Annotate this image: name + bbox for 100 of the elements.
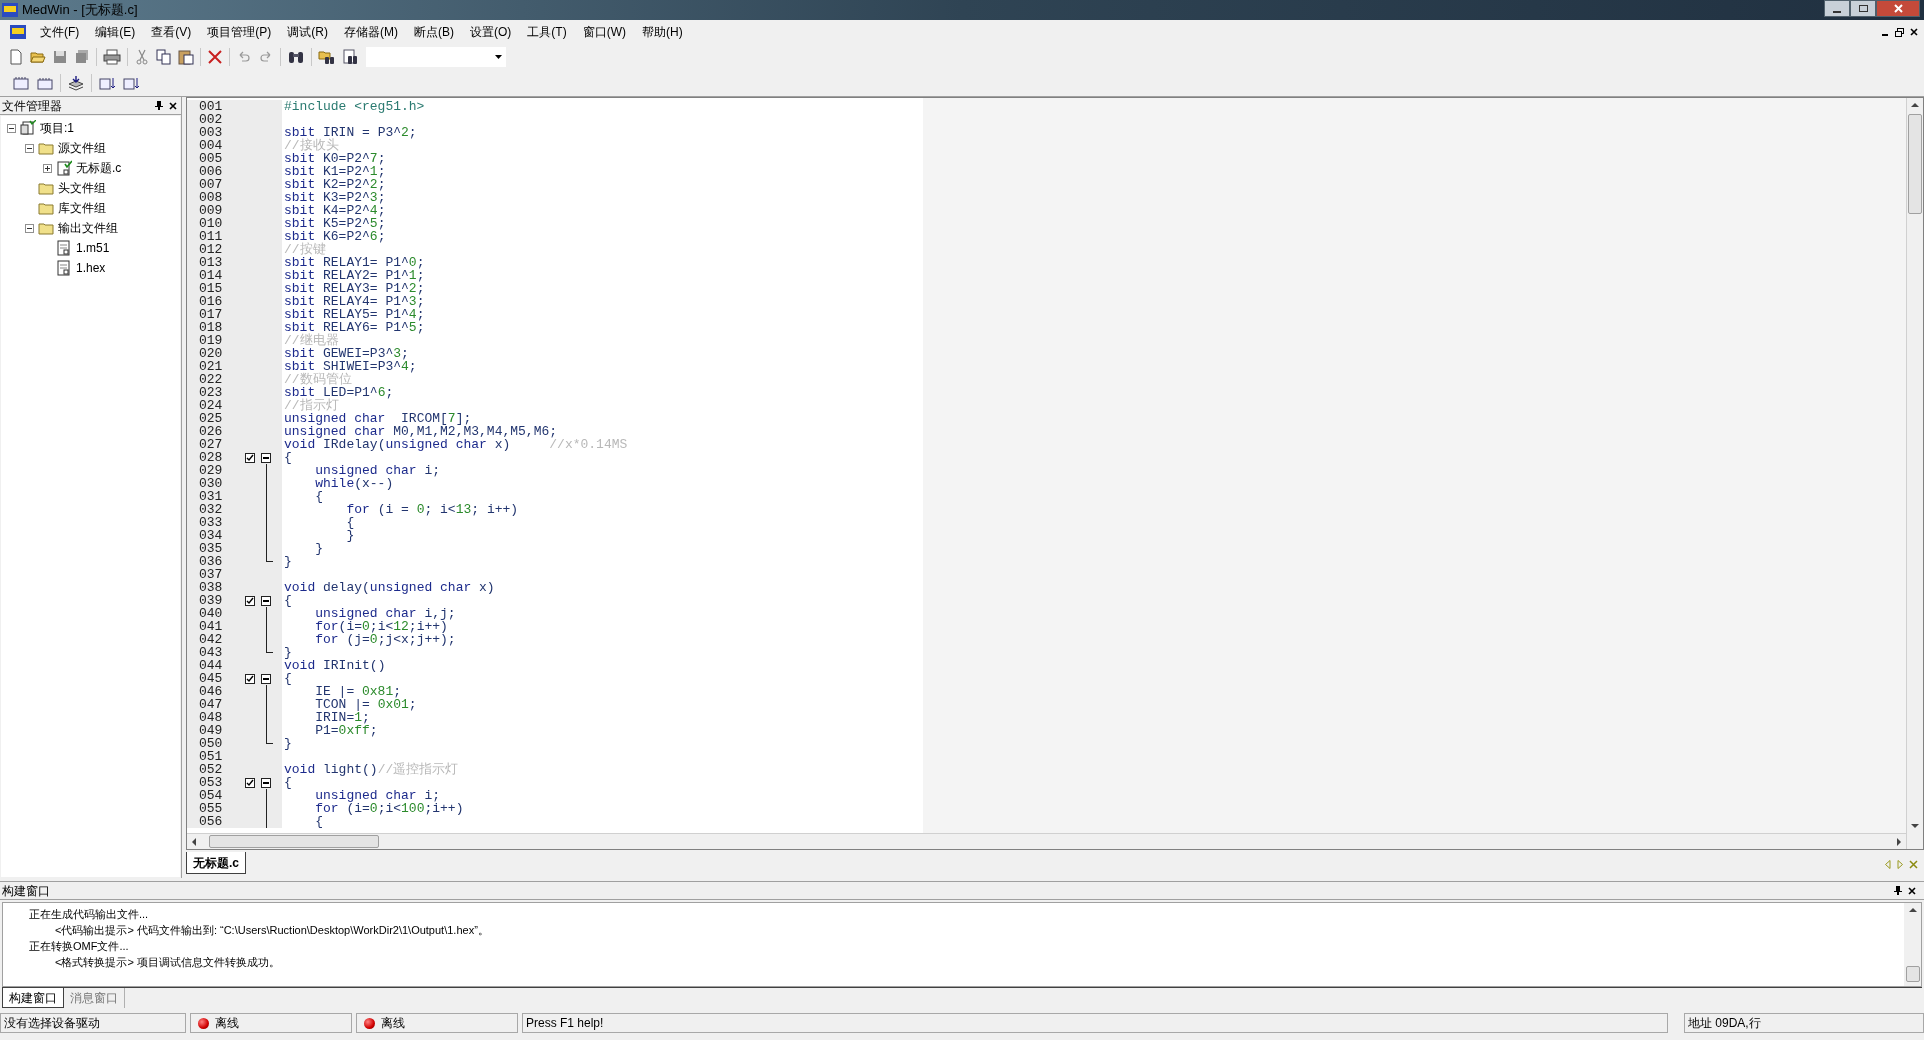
code-line: //继电器 — [283, 334, 339, 347]
menu-item[interactable]: 断点(B) — [406, 23, 462, 41]
pin-icon[interactable] — [155, 101, 163, 110]
menu-item[interactable]: 项目管理(P) — [199, 23, 280, 41]
fold-collapse-icon[interactable] — [261, 673, 271, 684]
code-line: sbit IRIN = P3^2; — [283, 126, 417, 139]
line-number: 045 — [199, 672, 224, 685]
code-line: { — [314, 490, 323, 503]
maximize-button[interactable] — [1850, 0, 1876, 17]
editor-tab[interactable]: 无标题.c — [186, 852, 246, 874]
paste-icon[interactable] — [178, 49, 194, 65]
code-line: sbit RELAY5= P1^4; — [283, 308, 425, 321]
line-number: 001 — [199, 100, 224, 113]
horizontal-scrollbar[interactable] — [187, 833, 1906, 849]
document-icon — [56, 240, 72, 256]
line-number: 055 — [199, 802, 224, 815]
line-number: 035 — [199, 542, 224, 555]
code-line: sbit LED=P1^6; — [283, 386, 394, 399]
tree-item[interactable]: 项目:1 — [40, 119, 74, 137]
close-icon[interactable] — [1910, 28, 1918, 36]
vertical-scrollbar[interactable] — [1906, 98, 1923, 849]
menu-item[interactable]: 窗口(W) — [574, 23, 634, 41]
chip-down-icon[interactable] — [98, 75, 116, 91]
scrollbar-thumb[interactable] — [1908, 114, 1922, 214]
code-line: sbit K2=P2^2; — [283, 178, 386, 191]
new-file-icon[interactable] — [8, 49, 24, 65]
document-icon — [56, 260, 72, 276]
line-number: 017 — [199, 308, 224, 321]
code-line: } — [283, 555, 292, 568]
close-icon[interactable] — [1908, 886, 1916, 895]
line-number: 042 — [199, 633, 224, 646]
menu-item[interactable]: 帮助(H) — [634, 23, 691, 41]
line-number: 056 — [199, 815, 224, 828]
app-logo-icon — [2, 3, 18, 17]
breakpoint-check-icon[interactable] — [245, 452, 255, 463]
menu-item[interactable]: 文件(F) — [32, 23, 88, 41]
line-number: 043 — [199, 646, 224, 659]
download-stack-icon[interactable] — [67, 75, 85, 91]
menu-item[interactable]: 设置(O) — [462, 23, 520, 41]
code-line: sbit K4=P2^4; — [283, 204, 386, 217]
code-line: void light()//遥控指示灯 — [283, 763, 459, 776]
open-folder-icon[interactable] — [30, 49, 46, 65]
save-all-icon[interactable] — [74, 49, 90, 65]
code-line: { — [314, 815, 323, 828]
menu-item[interactable]: 编辑(E) — [87, 23, 144, 41]
collapse-toggle-icon[interactable] — [25, 223, 34, 233]
pin-icon[interactable] — [1894, 886, 1902, 895]
collapse-toggle-icon[interactable] — [25, 143, 34, 153]
build-tab[interactable]: 消息窗口 — [64, 988, 125, 1008]
folder-binoculars-icon[interactable] — [318, 49, 336, 65]
menu-item[interactable]: 调试(R) — [279, 23, 336, 41]
minimize-button[interactable] — [1824, 0, 1850, 17]
copy-icon[interactable] — [156, 49, 172, 65]
menu-item[interactable]: 工具(T) — [519, 23, 575, 41]
tree-item[interactable]: 源文件组 — [58, 139, 106, 157]
code-line: //按键 — [283, 243, 326, 256]
delete-icon[interactable] — [207, 49, 223, 65]
menu-item[interactable]: 存储器(M) — [336, 23, 406, 41]
close-icon[interactable] — [169, 101, 177, 110]
chip-icon[interactable] — [36, 75, 54, 91]
binoculars-icon[interactable] — [287, 49, 305, 65]
line-number: 015 — [199, 282, 224, 295]
collapse-toggle-icon[interactable] — [7, 123, 16, 133]
dropdown-arrow-icon — [495, 55, 502, 59]
chip-down-icon[interactable] — [122, 75, 140, 91]
restore-icon[interactable] — [1895, 27, 1904, 37]
close-button[interactable] — [1876, 0, 1920, 17]
code-line: sbit K1=P2^1; — [283, 165, 386, 178]
chip-icon[interactable] — [12, 75, 30, 91]
status-led-icon — [198, 1017, 209, 1029]
line-number: 029 — [199, 464, 224, 477]
print-icon[interactable] — [103, 49, 121, 65]
code-line: while(x--) — [314, 477, 394, 490]
line-number: 047 — [199, 698, 224, 711]
scrollbar-thumb[interactable] — [1905, 966, 1920, 982]
tree-item[interactable]: 输出文件组 — [58, 219, 118, 237]
tree-item[interactable]: 1.m51 — [76, 239, 110, 257]
fold-collapse-icon[interactable] — [261, 452, 271, 463]
fold-collapse-icon[interactable] — [261, 595, 271, 606]
build-tab[interactable]: 构建窗口 — [2, 988, 64, 1008]
save-icon[interactable] — [52, 49, 68, 65]
tree-item[interactable]: 无标题.c — [76, 159, 122, 177]
code-line: sbit K5=P2^5; — [283, 217, 386, 230]
line-number: 011 — [199, 230, 224, 243]
tree-item[interactable]: 库文件组 — [58, 199, 106, 217]
document-binoculars-icon[interactable] — [342, 49, 360, 65]
vertical-scrollbar[interactable] — [1904, 903, 1921, 986]
breakpoint-check-icon[interactable] — [245, 777, 255, 788]
line-number: 002 — [199, 113, 224, 126]
tree-item[interactable]: 头文件组 — [58, 179, 106, 197]
code-line: unsigned char i; — [314, 464, 441, 477]
menu-item[interactable]: 查看(V) — [143, 23, 200, 41]
scrollbar-thumb[interactable] — [209, 835, 379, 848]
fold-collapse-icon[interactable] — [261, 777, 271, 788]
breakpoint-check-icon[interactable] — [245, 595, 255, 606]
expand-toggle-icon[interactable] — [43, 163, 52, 173]
code-line: sbit GEWEI=P3^3; — [283, 347, 409, 360]
breakpoint-check-icon[interactable] — [245, 673, 255, 684]
cut-icon[interactable] — [134, 49, 150, 65]
tree-item[interactable]: 1.hex — [76, 259, 106, 277]
